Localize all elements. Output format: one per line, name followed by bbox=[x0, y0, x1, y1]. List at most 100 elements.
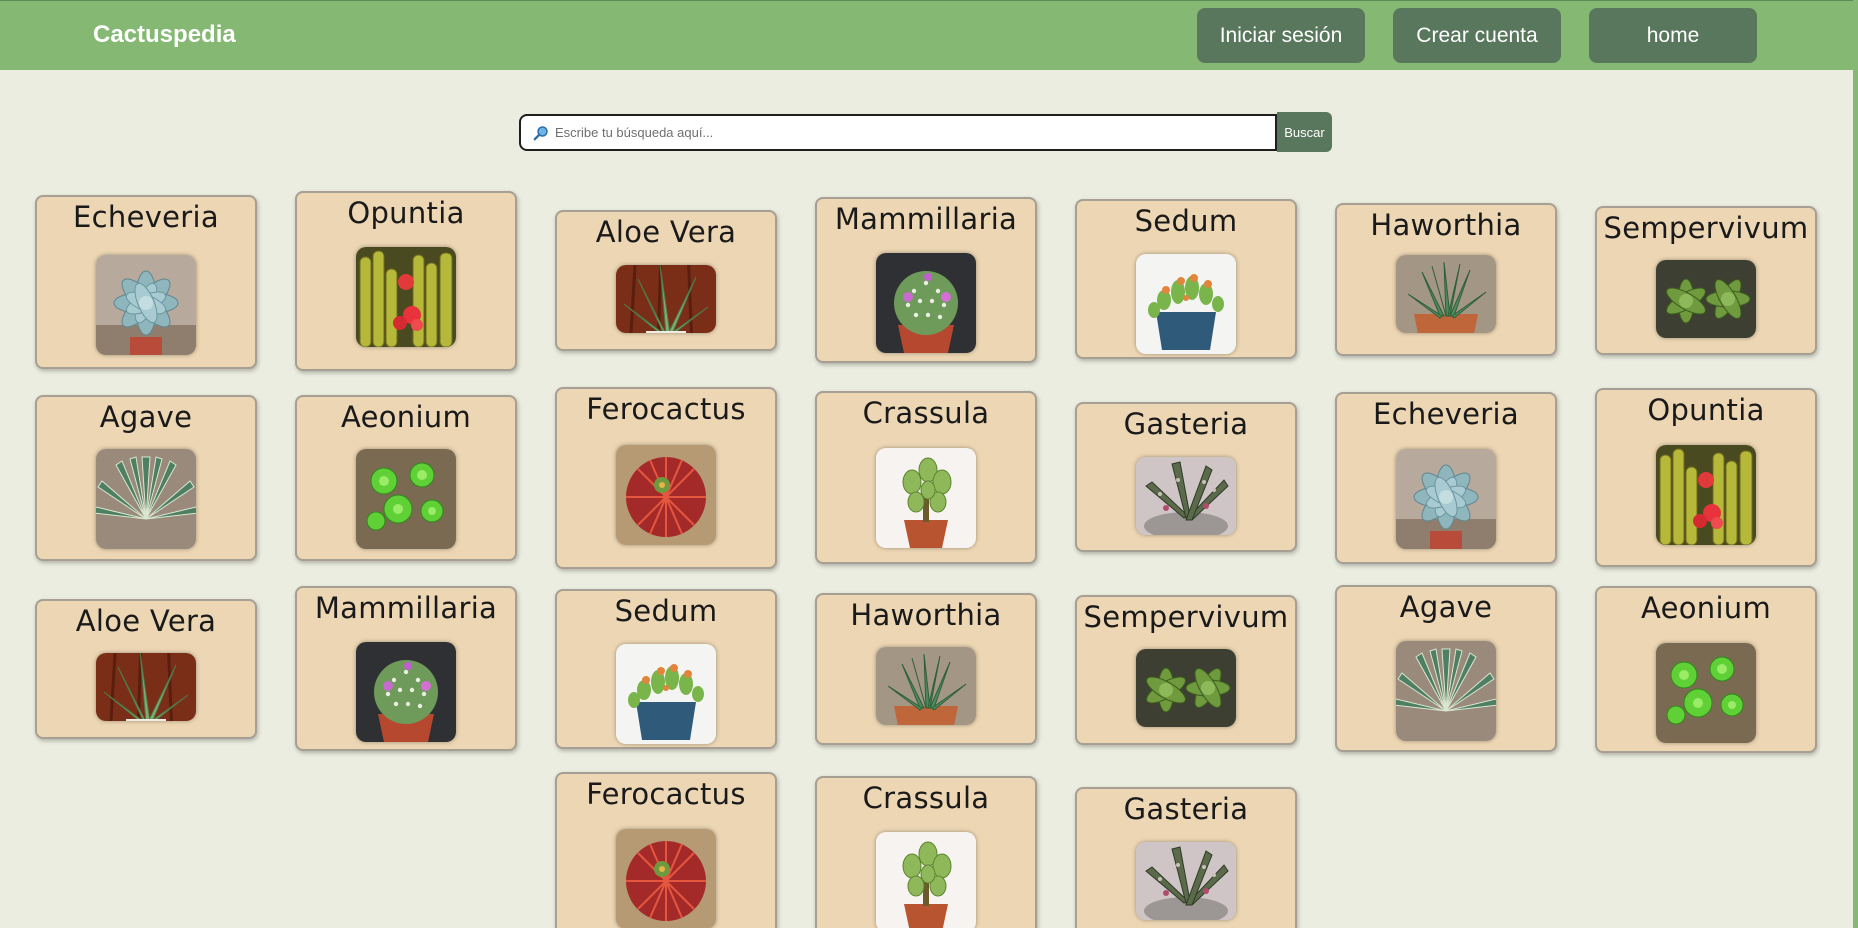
plant-card-title: Echeveria bbox=[1373, 397, 1519, 431]
mammillaria-cactus-photo[interactable] bbox=[356, 642, 456, 742]
agave-icon bbox=[1396, 641, 1496, 741]
haworthia-icon bbox=[1396, 255, 1496, 333]
plant-card[interactable]: Echeveria bbox=[1335, 392, 1557, 564]
plant-card[interactable]: Gasteria bbox=[1075, 402, 1297, 552]
opuntia-cactus-photo[interactable] bbox=[356, 247, 456, 347]
plant-card[interactable]: Ferocactus bbox=[555, 772, 777, 928]
crassula-photo[interactable] bbox=[876, 832, 976, 928]
create-account-button[interactable]: Crear cuenta bbox=[1393, 8, 1561, 63]
plant-card[interactable]: Crassula bbox=[815, 391, 1037, 564]
mammillaria-cactus-photo[interactable] bbox=[876, 253, 976, 353]
plant-card[interactable]: Aloe Vera bbox=[35, 599, 257, 739]
plant-card-title: Opuntia bbox=[347, 196, 465, 230]
sempervivum-icon bbox=[1656, 260, 1756, 338]
plant-card-title: Agave bbox=[1399, 590, 1493, 624]
sedum-pot-photo[interactable] bbox=[616, 644, 716, 744]
aeonium-photo[interactable] bbox=[356, 449, 456, 549]
aloe-vera-photo[interactable] bbox=[96, 653, 196, 721]
plant-card[interactable]: Aloe Vera bbox=[555, 210, 777, 351]
ferocactus-photo[interactable] bbox=[616, 829, 716, 928]
plant-card-title: Aeonium bbox=[340, 400, 472, 434]
crassula-icon bbox=[876, 448, 976, 548]
plant-card-title: Mammillaria bbox=[834, 202, 1018, 236]
aloe-vera-icon bbox=[616, 265, 716, 333]
opuntia-cactus-icon bbox=[1656, 445, 1756, 545]
search-bar: Buscar bbox=[519, 112, 1332, 152]
opuntia-cactus-icon bbox=[356, 247, 456, 347]
aeonium-photo[interactable] bbox=[1656, 643, 1756, 743]
ferocactus-icon bbox=[616, 829, 716, 928]
plant-card-title: Opuntia bbox=[1647, 393, 1765, 427]
plant-card-title: Aeonium bbox=[1640, 591, 1772, 625]
gasteria-icon bbox=[1136, 457, 1236, 535]
sedum-pot-photo[interactable] bbox=[1136, 254, 1236, 354]
aloe-vera-photo[interactable] bbox=[616, 265, 716, 333]
ferocactus-photo[interactable] bbox=[616, 445, 716, 545]
sempervivum-icon bbox=[1136, 649, 1236, 727]
plant-card[interactable]: Agave bbox=[35, 395, 257, 561]
plant-card-title: Haworthia bbox=[1370, 208, 1522, 242]
opuntia-cactus-photo[interactable] bbox=[1656, 445, 1756, 545]
plant-card[interactable]: Opuntia bbox=[1595, 388, 1817, 567]
plant-card[interactable]: Haworthia bbox=[1335, 203, 1557, 356]
plant-card[interactable]: Aeonium bbox=[1595, 586, 1817, 753]
sedum-pot-icon bbox=[616, 644, 716, 744]
echeveria-rosette-icon bbox=[1396, 449, 1496, 549]
haworthia-photo[interactable] bbox=[1396, 255, 1496, 333]
plant-card-title: Agave bbox=[99, 400, 193, 434]
plant-card[interactable]: Agave bbox=[1335, 585, 1557, 752]
plant-card[interactable]: Haworthia bbox=[815, 593, 1037, 745]
echeveria-rosette-photo[interactable] bbox=[96, 255, 196, 355]
echeveria-rosette-photo[interactable] bbox=[1396, 449, 1496, 549]
haworthia-icon bbox=[876, 647, 976, 725]
plant-card-title: Haworthia bbox=[850, 598, 1002, 632]
agave-photo[interactable] bbox=[1396, 641, 1496, 741]
plant-card-title: Crassula bbox=[862, 781, 990, 815]
crassula-photo[interactable] bbox=[876, 448, 976, 548]
plant-card-title: Mammillaria bbox=[314, 591, 498, 625]
plant-card-title: Crassula bbox=[862, 396, 990, 430]
crassula-icon bbox=[876, 832, 976, 928]
sedum-pot-icon bbox=[1136, 254, 1236, 354]
plant-card-title: Sedum bbox=[1134, 204, 1238, 238]
plant-card[interactable]: Mammillaria bbox=[295, 586, 517, 751]
plant-card[interactable]: Sedum bbox=[1075, 199, 1297, 359]
plant-card[interactable]: Crassula bbox=[815, 776, 1037, 928]
plant-card-title: Aloe Vera bbox=[595, 215, 737, 249]
plant-card[interactable]: Sedum bbox=[555, 589, 777, 749]
login-button[interactable]: Iniciar sesión bbox=[1197, 8, 1365, 63]
agave-icon bbox=[96, 449, 196, 549]
echeveria-rosette-icon bbox=[96, 255, 196, 355]
plant-card[interactable]: Mammillaria bbox=[815, 197, 1037, 363]
brand-title[interactable]: Cactuspedia bbox=[93, 21, 236, 49]
plant-card[interactable]: Opuntia bbox=[295, 191, 517, 371]
plant-card-title: Ferocactus bbox=[586, 777, 746, 811]
plant-card-title: Sedum bbox=[614, 594, 718, 628]
plant-card-title: Gasteria bbox=[1123, 407, 1249, 441]
sempervivum-photo[interactable] bbox=[1136, 649, 1236, 727]
page-scrollbar[interactable] bbox=[1853, 0, 1858, 928]
plant-card-title: Aloe Vera bbox=[75, 604, 217, 638]
plant-card[interactable]: Aeonium bbox=[295, 395, 517, 561]
gasteria-photo[interactable] bbox=[1136, 842, 1236, 920]
plant-card[interactable]: Echeveria bbox=[35, 195, 257, 369]
plant-card[interactable]: Sempervivum bbox=[1075, 595, 1297, 745]
plant-card[interactable]: Sempervivum bbox=[1595, 206, 1817, 355]
plant-card-title: Gasteria bbox=[1123, 792, 1249, 826]
plant-card[interactable]: Ferocactus bbox=[555, 387, 777, 569]
plant-card-title: Sempervivum bbox=[1083, 600, 1289, 634]
plant-card-title: Ferocactus bbox=[586, 392, 746, 426]
home-button[interactable]: home bbox=[1589, 8, 1757, 63]
agave-photo[interactable] bbox=[96, 449, 196, 549]
gasteria-photo[interactable] bbox=[1136, 457, 1236, 535]
gasteria-icon bbox=[1136, 842, 1236, 920]
mammillaria-cactus-icon bbox=[356, 642, 456, 742]
search-input[interactable] bbox=[555, 116, 1275, 149]
ferocactus-icon bbox=[616, 445, 716, 545]
aloe-vera-icon bbox=[96, 653, 196, 721]
search-field[interactable] bbox=[519, 114, 1277, 151]
sempervivum-photo[interactable] bbox=[1656, 260, 1756, 338]
haworthia-photo[interactable] bbox=[876, 647, 976, 725]
search-button[interactable]: Buscar bbox=[1277, 112, 1332, 152]
plant-card[interactable]: Gasteria bbox=[1075, 787, 1297, 928]
